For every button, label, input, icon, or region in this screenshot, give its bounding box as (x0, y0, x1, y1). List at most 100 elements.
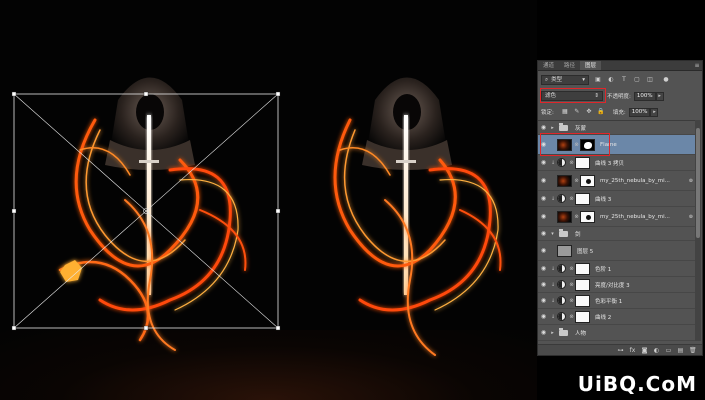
clip-arrow-icon: ↓ (550, 313, 556, 320)
hamburger-menu-icon[interactable]: ≡ (692, 61, 702, 70)
layer-name: my_25th_nebula_by_mi... (600, 213, 670, 220)
trash-icon[interactable]: 🗑 (689, 347, 697, 354)
opacity-label: 不透明度: (607, 94, 631, 100)
layer-row[interactable]: ◉ ↓ ⊗ 曲线 3 (538, 191, 696, 207)
image-filter-icon[interactable]: ▣ (594, 76, 602, 84)
blend-row: 滤色 ⇕ 不透明度: 100% ▸ (538, 90, 702, 102)
link-icon[interactable]: ⊗ (573, 214, 580, 220)
opacity-field[interactable]: 100% (633, 91, 656, 101)
panel-tabs: 通道 路径 图层 ≡ (538, 61, 702, 71)
chevron-right-icon[interactable]: ▸ (549, 330, 556, 336)
brightness-adjustment-icon (557, 280, 566, 289)
layer-group-row[interactable]: ◉ ▾ 剑 (538, 227, 696, 241)
panel-footer: ⊶ fx ◙ ◐ ▭ ▤ 🗑 (538, 344, 702, 355)
link-icon[interactable]: ⊗ (568, 160, 575, 166)
layer-row[interactable]: ◉ ⊗ my_25th_nebula_by_mi... ⊚ (538, 171, 696, 191)
shape-filter-icon[interactable]: ▢ (633, 76, 641, 84)
layer-row[interactable]: ◉ 图层 5 (538, 241, 696, 261)
layer-thumbnail (557, 174, 572, 187)
layer-mask-thumbnail[interactable] (575, 294, 590, 307)
layer-mask-thumbnail[interactable] (580, 174, 595, 187)
layer-row[interactable]: ◉ ↓ ⊗ 色阶 1 (538, 261, 696, 277)
lock-paint-icon[interactable]: ✎ (573, 108, 581, 116)
link-icon[interactable]: ⊗ (568, 196, 575, 202)
eye-icon[interactable]: ◉ (538, 329, 549, 336)
eye-icon[interactable]: ◉ (538, 141, 549, 148)
layer-row[interactable]: ◉ ↓ ⊗ 亮度/对比度 3 (538, 277, 696, 293)
opacity-slider-icon[interactable]: ▸ (655, 91, 664, 101)
link-icon[interactable]: ⊗ (573, 178, 580, 184)
tab-paths[interactable]: 路径 (559, 61, 580, 70)
layer-name: 曲线 3 拷贝 (595, 160, 624, 167)
eye-icon[interactable]: ◉ (538, 297, 549, 304)
canvas-artwork[interactable] (0, 0, 537, 400)
link-icon[interactable]: ⊗ (568, 266, 575, 272)
chevron-down-icon[interactable]: ▾ (549, 231, 556, 237)
fx-icon[interactable]: ⊚ (689, 178, 693, 184)
eye-icon[interactable]: ◉ (538, 281, 549, 288)
layer-group-row[interactable]: ◉ ▸ 灰蒙 (538, 121, 696, 135)
layer-mask-thumbnail[interactable] (575, 310, 590, 323)
layer-row[interactable]: ◉ ↓ ⊗ 色彩平衡 1 (538, 293, 696, 309)
link-icon[interactable]: ⊗ (568, 298, 575, 304)
mask-icon[interactable]: ◙ (641, 347, 648, 354)
link-icon[interactable]: ⊶ (617, 347, 624, 354)
layer-name: Flame (600, 141, 617, 148)
layer-row-selected[interactable]: ◉ ⊗ Flame (538, 135, 696, 155)
eye-icon[interactable]: ◉ (538, 159, 549, 166)
lock-move-icon[interactable]: ✥ (585, 108, 593, 116)
smartobject-filter-icon[interactable]: ◫ (646, 76, 654, 84)
layer-row[interactable]: ◉ ↓ ⊗ 曲线 2 (538, 309, 696, 325)
layer-row[interactable]: ◉ ↓ ⊗ 曲线 3 拷贝 (538, 155, 696, 171)
layer-name: 曲线 3 (595, 196, 612, 203)
adjustment-icon[interactable]: ◐ (653, 347, 660, 354)
layer-name: 亮度/对比度 3 (595, 282, 630, 289)
fx-icon[interactable]: ⊚ (689, 214, 693, 220)
layers-panel: 通道 路径 图层 ≡ ⌕ 类型 ▾ ▣ ◐ T ▢ ◫ ● 滤色 ⇕ 不透明度:… (537, 60, 703, 356)
filter-toggle-icon[interactable]: ● (662, 76, 670, 84)
layer-filter-select[interactable]: ⌕ 类型 ▾ (541, 75, 589, 85)
link-icon[interactable]: ⊗ (573, 142, 580, 148)
eye-icon[interactable]: ◉ (538, 313, 549, 320)
layer-row[interactable]: ◉ ⊗ my_25th_nebula_by_mi... ⊚ (538, 207, 696, 227)
eye-icon[interactable]: ◉ (538, 213, 549, 220)
layer-group-row[interactable]: ◉ ▸ 人物 (538, 325, 696, 341)
layer-mask-thumbnail[interactable] (575, 192, 590, 205)
eye-icon[interactable]: ◉ (538, 265, 549, 272)
layer-list-scrollbar[interactable] (695, 120, 701, 341)
tab-layers[interactable]: 图层 (580, 61, 602, 70)
lock-all-icon[interactable]: 🔒 (597, 108, 605, 116)
fill-slider-icon[interactable]: ▸ (650, 107, 659, 117)
fill-field[interactable]: 100% (628, 107, 651, 117)
adjustment-filter-icon[interactable]: ◐ (607, 76, 615, 84)
layer-name: my_25th_nebula_by_mi... (600, 177, 670, 184)
lock-transparent-icon[interactable]: ▦ (561, 108, 569, 116)
layer-mask-thumbnail[interactable] (575, 278, 590, 291)
layer-mask-thumbnail[interactable] (580, 210, 595, 223)
watermark: UiBQ.CoM (577, 372, 697, 396)
curves-adjustment-icon (557, 312, 566, 321)
text-filter-icon[interactable]: T (620, 76, 628, 84)
fill-label: 填充: (612, 110, 626, 116)
tab-channels[interactable]: 通道 (538, 61, 559, 70)
folder-icon[interactable]: ▭ (665, 347, 672, 354)
eye-icon[interactable]: ◉ (538, 124, 549, 131)
eye-icon[interactable]: ◉ (538, 195, 549, 202)
link-icon[interactable]: ⊗ (568, 314, 575, 320)
new-layer-icon[interactable]: ▤ (677, 347, 684, 354)
eye-icon[interactable]: ◉ (538, 177, 549, 184)
layer-mask-thumbnail[interactable] (580, 138, 595, 151)
scrollbar-thumb[interactable] (696, 128, 700, 238)
layer-thumbnail (557, 244, 572, 257)
eye-icon[interactable]: ◉ (538, 247, 549, 254)
link-icon[interactable]: ⊗ (568, 282, 575, 288)
lock-label: 锁定: (541, 110, 554, 116)
eye-icon[interactable]: ◉ (538, 230, 549, 237)
chevron-right-icon[interactable]: ▸ (549, 125, 556, 131)
layer-mask-thumbnail[interactable] (575, 262, 590, 275)
blend-mode-select[interactable]: 滤色 ⇕ (541, 91, 603, 101)
layer-mask-thumbnail[interactable] (575, 156, 590, 169)
levels-adjustment-icon (557, 264, 566, 273)
chevron-down-icon: ▾ (582, 77, 585, 83)
fx-icon[interactable]: fx (629, 347, 636, 354)
